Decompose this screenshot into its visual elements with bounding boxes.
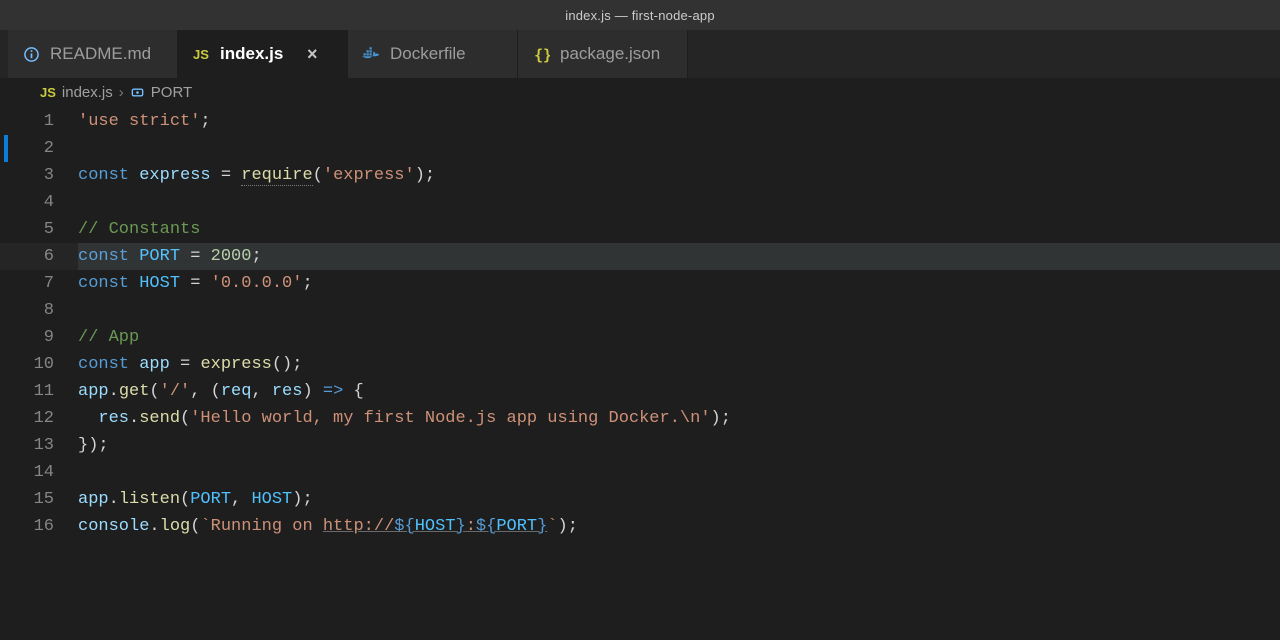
tab-readme-md[interactable]: README.md: [8, 30, 178, 78]
code-line[interactable]: // Constants: [78, 216, 1280, 243]
modified-line-marker: [4, 135, 8, 162]
tab-label: package.json: [560, 44, 660, 64]
code-editor[interactable]: 12345678910111213141516 'use strict'; con…: [0, 106, 1280, 540]
close-icon[interactable]: ×: [303, 45, 321, 63]
code-line[interactable]: // App: [78, 324, 1280, 351]
tab-label: Dockerfile: [390, 44, 466, 64]
code-line[interactable]: console.log(`Running on http://${HOST}:$…: [78, 513, 1280, 540]
line-number-gutter: 12345678910111213141516: [0, 108, 78, 540]
code-line[interactable]: app.get('/', (req, res) => {: [78, 378, 1280, 405]
tab-dockerfile[interactable]: Dockerfile: [348, 30, 518, 78]
breadcrumb-file[interactable]: index.js: [62, 84, 113, 101]
code-line[interactable]: const express = require('express');: [78, 162, 1280, 189]
svg-text:{}: {}: [534, 46, 550, 63]
js-icon: JS: [40, 85, 56, 100]
code-line[interactable]: const PORT = 2000;: [78, 243, 1280, 270]
json-icon: {}: [532, 45, 550, 63]
code-content[interactable]: 'use strict'; const express = require('ex…: [78, 108, 1280, 540]
code-line[interactable]: 'use strict';: [78, 108, 1280, 135]
info-icon: [22, 45, 40, 63]
code-line[interactable]: res.send('Hello world, my first Node.js …: [78, 405, 1280, 432]
constant-icon: [130, 85, 145, 100]
code-line[interactable]: });: [78, 432, 1280, 459]
tab-index-js[interactable]: JS index.js ×: [178, 30, 348, 78]
tab-label: index.js: [220, 44, 283, 64]
tab-package-json[interactable]: {} package.json: [518, 30, 688, 78]
code-line[interactable]: [78, 297, 1280, 324]
breadcrumb-symbol[interactable]: PORT: [151, 84, 192, 101]
code-line[interactable]: const app = express();: [78, 351, 1280, 378]
js-icon: JS: [192, 45, 210, 63]
breadcrumb[interactable]: JS index.js › PORT: [0, 78, 1280, 106]
code-line[interactable]: app.listen(PORT, HOST);: [78, 486, 1280, 513]
tab-bar: README.md JS index.js × Dockerfile {} package.…: [0, 30, 1280, 78]
overview-ruler: [0, 106, 10, 540]
code-line[interactable]: [78, 459, 1280, 486]
window-title: index.js — first-node-app: [565, 8, 715, 23]
code-line[interactable]: const HOST = '0.0.0.0';: [78, 270, 1280, 297]
code-line[interactable]: [78, 189, 1280, 216]
tab-label: README.md: [50, 44, 151, 64]
window-titlebar: index.js — first-node-app: [0, 0, 1280, 30]
chevron-right-icon: ›: [119, 84, 124, 101]
code-line[interactable]: [78, 135, 1280, 162]
docker-icon: [362, 45, 380, 63]
